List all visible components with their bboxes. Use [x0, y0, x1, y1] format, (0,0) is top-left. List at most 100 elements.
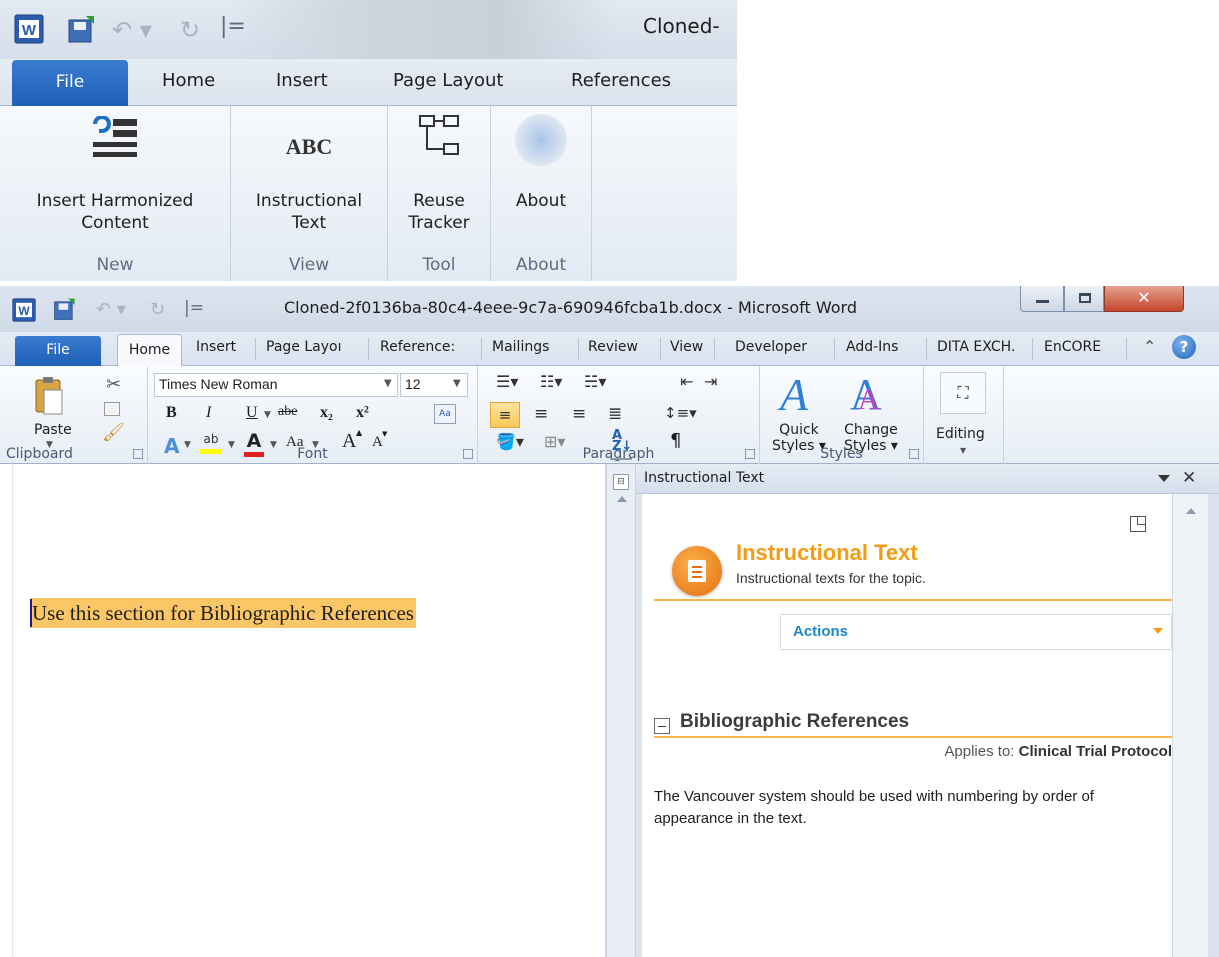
- tab-home[interactable]: Home: [117, 334, 182, 367]
- clipboard-launcher-icon[interactable]: [133, 449, 143, 459]
- italic-button[interactable]: I: [206, 404, 211, 422]
- group-label-new: New: [96, 255, 134, 275]
- tab-add-ins[interactable]: Add-Ins: [846, 339, 898, 355]
- redo-icon[interactable]: ↻: [180, 16, 200, 44]
- font-launcher-icon[interactable]: [463, 449, 473, 459]
- group-about: About About: [491, 106, 592, 281]
- button-label: Change: [844, 422, 898, 438]
- section-divider: [654, 736, 1172, 738]
- ruler-toggle-icon[interactable]: ⊟: [613, 474, 629, 490]
- group-font: Times New Roman ▼ 12 ▼ B I U ▼ abe x₂ x²…: [148, 366, 478, 464]
- copy-icon[interactable]: [104, 402, 120, 416]
- underline-dropdown-icon[interactable]: ▼: [264, 410, 271, 420]
- document-vertical-scrollbar[interactable]: ⊟: [606, 458, 636, 957]
- binoculars-icon[interactable]: ⛶: [940, 372, 986, 414]
- save-icon[interactable]: [52, 297, 78, 321]
- word-logo-icon: W: [14, 14, 44, 44]
- insert-harmonized-content-button[interactable]: Insert Harmonized Content: [0, 190, 230, 234]
- tab-references[interactable]: References: [571, 70, 671, 91]
- numbering-icon[interactable]: ☷▾: [540, 372, 562, 391]
- tab-insert[interactable]: Insert: [276, 70, 328, 91]
- tab-home[interactable]: Home: [162, 70, 215, 91]
- tab-developer[interactable]: Developer: [735, 339, 807, 355]
- save-icon[interactable]: [66, 14, 98, 44]
- tab-review[interactable]: Review: [588, 339, 638, 355]
- line-spacing-icon[interactable]: ↕≡▾: [664, 404, 697, 422]
- tab-divider: [834, 338, 835, 360]
- undo-icon[interactable]: ↶ ▾: [112, 16, 152, 44]
- paragraph-launcher-icon[interactable]: [745, 449, 755, 459]
- format-painter-icon[interactable]: 🖌: [102, 422, 125, 443]
- group-new: Insert Harmonized Content New: [0, 106, 231, 281]
- collapse-section-icon[interactable]: [654, 718, 670, 734]
- reuse-tracker-icon: [419, 115, 459, 155]
- abc-icon: ABC: [285, 134, 333, 159]
- strikethrough-button[interactable]: abe: [278, 404, 297, 420]
- font-name-select[interactable]: Times New Roman: [154, 373, 398, 397]
- scroll-up-arrow-icon[interactable]: [617, 496, 627, 502]
- bullets-icon[interactable]: ☰▾: [496, 372, 518, 391]
- editing-button[interactable]: Editing: [936, 426, 985, 442]
- underline-button[interactable]: U: [246, 404, 258, 422]
- document-selected-text[interactable]: Use this section for Bibliographic Refer…: [30, 598, 416, 628]
- align-center-icon[interactable]: ≡: [534, 404, 548, 424]
- pane-close-icon[interactable]: ✕: [1182, 468, 1196, 488]
- font-name-dropdown-icon[interactable]: ▼: [384, 378, 392, 389]
- minimize-button[interactable]: [1020, 286, 1064, 312]
- quick-styles-icon[interactable]: A: [780, 370, 808, 420]
- about-button[interactable]: About: [491, 190, 591, 212]
- tab-insert[interactable]: Insert: [196, 339, 236, 355]
- maximize-button[interactable]: [1064, 286, 1104, 312]
- tab-file[interactable]: File: [15, 336, 101, 366]
- button-label: Text: [291, 213, 327, 233]
- actions-dropdown[interactable]: Actions: [780, 614, 1172, 650]
- maximize-icon: [1079, 293, 1091, 303]
- split-box-icon[interactable]: [610, 458, 632, 466]
- popout-icon[interactable]: [1130, 516, 1146, 532]
- tab-page-layout[interactable]: Page Layout: [393, 70, 504, 91]
- subscript-button[interactable]: x₂: [320, 404, 333, 422]
- increase-indent-icon[interactable]: ⇥: [704, 372, 717, 391]
- tab-dita-exchange[interactable]: DITA EXCH.: [937, 339, 1015, 355]
- paste-button[interactable]: Paste: [34, 422, 72, 438]
- tab-references[interactable]: Reference:: [380, 339, 455, 355]
- help-icon[interactable]: ?: [1172, 335, 1196, 359]
- clear-formatting-icon[interactable]: Aa: [434, 404, 456, 424]
- tab-mailings[interactable]: Mailings: [492, 339, 549, 355]
- pane-header-title: Instructional Text: [644, 470, 765, 486]
- tab-page-layout[interactable]: Page Layoı: [266, 339, 341, 355]
- decrease-indent-icon[interactable]: ⇤: [680, 372, 693, 391]
- scroll-up-arrow-icon[interactable]: [1186, 508, 1196, 514]
- editing-dropdown-icon[interactable]: ▼: [960, 446, 966, 455]
- encore-ribbon: Insert Harmonized Content New ABC Instru…: [0, 106, 737, 281]
- pane-options-icon[interactable]: [1158, 475, 1170, 482]
- tab-file[interactable]: File: [12, 60, 128, 106]
- multilevel-list-icon[interactable]: ☵▾: [584, 372, 606, 391]
- redo-icon[interactable]: ↻: [150, 299, 165, 320]
- cut-icon[interactable]: ✂: [106, 374, 121, 395]
- pane-vertical-scrollbar[interactable]: [1172, 494, 1208, 957]
- bold-button[interactable]: B: [166, 404, 177, 422]
- customize-qat-icon[interactable]: |=: [184, 298, 204, 318]
- instructional-text-button[interactable]: Instructional Text: [231, 190, 387, 234]
- align-right-icon[interactable]: ≡: [572, 404, 586, 424]
- minimize-ribbon-icon[interactable]: ⌃: [1143, 337, 1156, 356]
- button-label: Instructional: [255, 191, 363, 211]
- align-left-icon[interactable]: ≡: [490, 402, 520, 428]
- reuse-tracker-button[interactable]: Reuse Tracker: [388, 190, 490, 234]
- justify-icon[interactable]: ≣: [608, 404, 622, 424]
- styles-launcher-icon[interactable]: [909, 449, 919, 459]
- undo-icon[interactable]: ↶ ▾: [96, 299, 126, 320]
- customize-qat-icon[interactable]: |=: [220, 14, 246, 39]
- title-divider: [654, 599, 1172, 601]
- document-canvas[interactable]: [0, 464, 606, 957]
- close-button[interactable]: ✕: [1104, 286, 1184, 312]
- text-cursor: [30, 599, 32, 627]
- paste-icon[interactable]: [34, 376, 64, 416]
- group-label-clipboard: Clipboard: [6, 446, 73, 462]
- change-styles-icon[interactable]: AA: [850, 370, 882, 425]
- superscript-button[interactable]: x²: [356, 404, 369, 422]
- tab-view[interactable]: View: [670, 339, 703, 355]
- tab-encore[interactable]: EnCORE: [1044, 339, 1101, 355]
- font-size-dropdown-icon[interactable]: ▼: [453, 378, 461, 389]
